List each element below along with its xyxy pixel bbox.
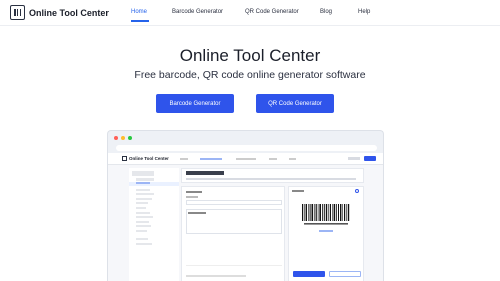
barcode-generator-button[interactable]: Barcode Generator [156,94,234,113]
address-bar [116,145,377,151]
brand-name: Online Tool Center [29,7,109,18]
preview-logo-icon [122,156,127,161]
qr-code-generator-button[interactable]: QR Code Generator [256,94,334,113]
preview-sidebar [129,168,179,281]
nav-home[interactable]: Home [131,9,147,15]
window-controls [114,136,132,140]
preview-navbar: Online Tool Center [108,153,383,165]
nav-blog[interactable]: Blog [320,9,332,15]
top-navbar: Online Tool Center Home Barcode Generato… [0,0,500,26]
logo[interactable]: Online Tool Center [10,5,109,20]
nav-qr-code-generator[interactable]: QR Code Generator [245,9,299,15]
nav-active-indicator [131,20,149,22]
app-preview-screenshot: Online Tool Center [107,130,384,281]
preview-main [181,168,364,281]
preview-page: Online Tool Center [108,153,383,281]
nav-help[interactable]: Help [358,9,370,15]
preview-title-card [181,168,364,183]
preview-logo-text: Online Tool Center [129,156,169,161]
preview-result-card [288,186,364,281]
preview-settings-card [181,186,285,281]
hero-subtitle: Free barcode, QR code online generator s… [134,69,366,81]
hero-title: Online Tool Center [179,46,321,65]
barcode-logo-icon [10,5,25,20]
nav-barcode-generator[interactable]: Barcode Generator [172,9,223,15]
preview-barcode-image [302,204,350,225]
